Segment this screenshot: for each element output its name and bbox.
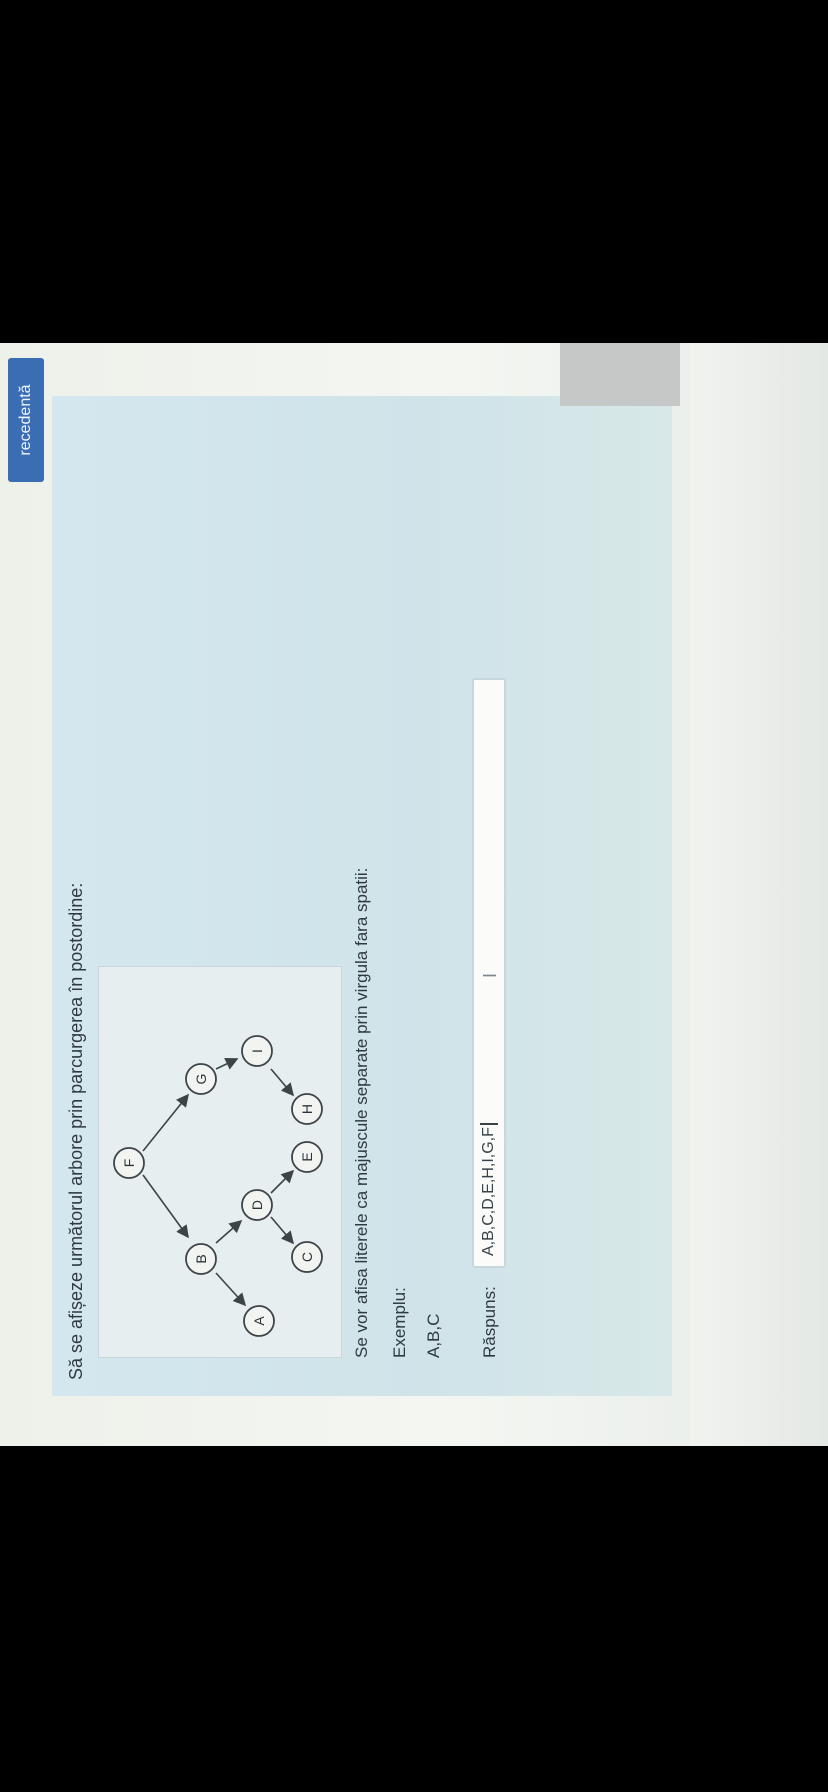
answer-label: Răspuns: [480,1286,499,1358]
tree-node-f: F [113,1147,145,1179]
example-label: Exemplu: [390,1287,409,1358]
example-value: A,B,C [424,1313,443,1358]
i-beam-cursor-icon: Ι [480,972,500,978]
tree-node-a: A [243,1305,275,1337]
previous-button[interactable]: recedentă [8,358,44,482]
tree-node-label: B [193,1254,209,1263]
text-caret [480,1123,498,1126]
tree-node-label: G [193,1074,209,1085]
page-margin [690,343,828,1446]
answer-value: A,B,C,D,E,H,I,G,F [480,1127,498,1256]
tree-node-label: I [249,1049,265,1053]
tree-node-label: E [299,1152,315,1161]
edge-f-b [142,1174,189,1239]
tree-node-c: C [291,1241,323,1273]
instruction-text: Se vor afisa literele ca majuscule separ… [352,867,371,1358]
tree-node-e: E [291,1141,323,1173]
top-gray-box [560,343,680,406]
tree-node-d: D [241,1189,273,1221]
edge-g-i [215,1058,239,1070]
quiz-page: Să se afișeze următorul arbore prin parc… [0,343,828,1446]
tree-node-label: C [299,1252,315,1262]
question-title: Să se afișeze următorul arbore prin parc… [66,882,86,1380]
tree-node-label: H [299,1104,315,1114]
tree-node-i: I [241,1035,273,1067]
tree-node-h: H [291,1093,323,1125]
tree-node-b: B [185,1243,217,1275]
tree-node-label: A [251,1316,267,1326]
tree-node-g: G [185,1063,217,1095]
tree-node-label: F [121,1159,137,1168]
edge-b-d [215,1219,243,1244]
tree-diagram: F B G A D I C E H [98,966,342,1358]
tree-svg: F B G A D I C E H [113,1035,323,1337]
edge-d-c [270,1216,295,1245]
edge-d-e [270,1169,295,1194]
tree-node-label: D [249,1200,265,1210]
screen: Să se afișeze următorul arbore prin parc… [0,343,828,1446]
edge-f-g [142,1093,190,1152]
edge-b-a [215,1272,247,1307]
edge-i-h [270,1068,295,1097]
question-panel: Să se afișeze următorul arbore prin parc… [52,396,672,1396]
